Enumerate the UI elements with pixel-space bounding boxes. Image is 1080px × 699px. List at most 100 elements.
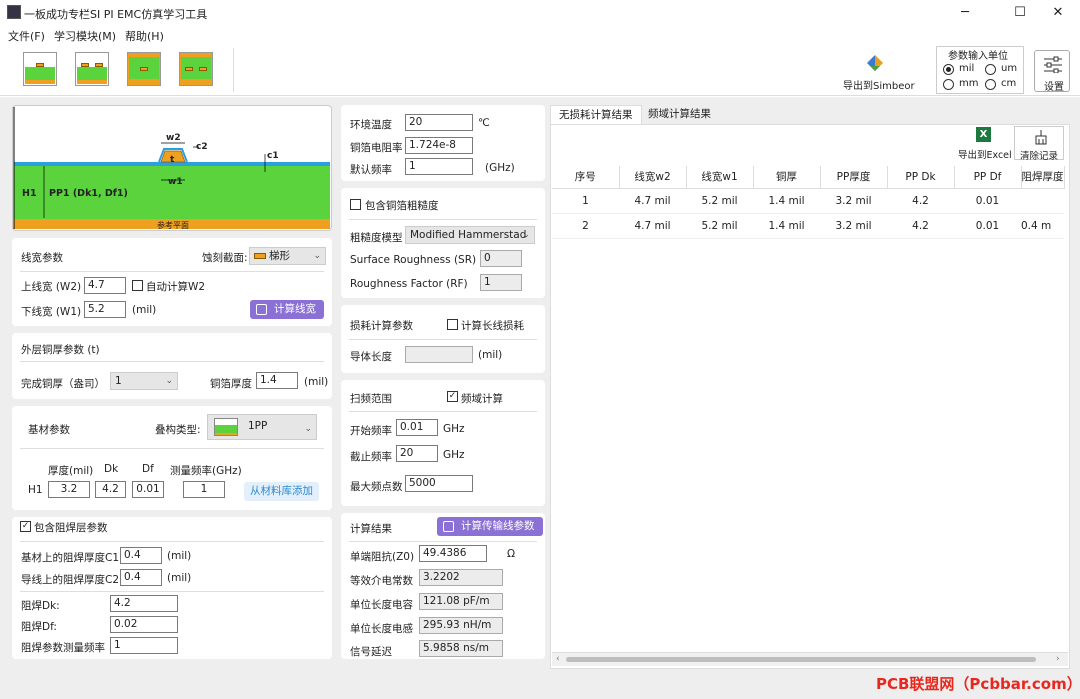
simbeor-icon[interactable] bbox=[866, 54, 884, 72]
sr-input[interactable]: 0 bbox=[480, 250, 522, 267]
default-freq-unit: (GHz) bbox=[485, 162, 515, 174]
calc-width-button[interactable]: 计算线宽 bbox=[250, 300, 324, 319]
max-points-input[interactable]: 5000 bbox=[405, 475, 473, 492]
export-excel-button[interactable]: X 导出到Excel bbox=[958, 127, 1012, 161]
tab-lossless-results[interactable]: 无损耗计算结果 bbox=[550, 105, 642, 124]
conductor-length-input[interactable] bbox=[405, 346, 473, 363]
roughness-model-select[interactable]: Modified Hammerstad ⌄ bbox=[405, 226, 535, 244]
include-roughness-label: 包含铜箔粗糙度 bbox=[365, 200, 439, 212]
stop-freq-input[interactable]: 20 bbox=[396, 445, 438, 462]
header-copper[interactable]: 铜厚 bbox=[753, 166, 821, 189]
header-solder-thickness[interactable]: 阻焊厚度 bbox=[1021, 166, 1065, 189]
stack-type-select[interactable]: 1PP ⌄ bbox=[207, 414, 317, 440]
header-pp-dk[interactable]: PP Dk bbox=[887, 166, 955, 189]
long-loss-checkbox[interactable] bbox=[447, 319, 458, 330]
capacitance-value: 121.08 pF/m bbox=[419, 593, 503, 610]
diagram-t-label: t bbox=[170, 155, 175, 165]
h1-thickness-input[interactable]: 3.2 bbox=[48, 481, 90, 498]
resistivity-input[interactable]: 1.724e-8 bbox=[405, 137, 473, 154]
clear-records-button[interactable]: 清除记录 bbox=[1014, 126, 1064, 162]
tab-freq-results[interactable]: 频域计算结果 bbox=[640, 105, 719, 124]
stack-type-label: 叠构类型: bbox=[155, 424, 201, 436]
header-pp-thickness[interactable]: PP厚度 bbox=[820, 166, 888, 189]
sweep-title: 扫频范围 bbox=[350, 393, 392, 405]
temp-input[interactable]: 20 bbox=[405, 114, 473, 131]
roughness-model-label: 粗糙度模型 bbox=[350, 232, 403, 244]
solder-c1-input[interactable]: 0.4 bbox=[120, 547, 162, 564]
capacitance-label: 单位长度电容 bbox=[350, 599, 413, 611]
auto-w2-checkbox[interactable] bbox=[132, 280, 143, 291]
diagram-c2-label: c2 bbox=[196, 142, 208, 152]
settings-button[interactable]: 设置 bbox=[1034, 50, 1070, 93]
conductor-length-unit: (mil) bbox=[478, 349, 503, 361]
max-points-label: 最大频点数 bbox=[350, 481, 403, 493]
unit-um-label: um bbox=[1001, 63, 1018, 74]
calc-line-params-button[interactable]: 计算传输线参数 bbox=[437, 517, 543, 536]
diff-microstrip-icon[interactable] bbox=[75, 52, 109, 86]
col-df-label: Df bbox=[142, 463, 154, 475]
rf-input[interactable]: 1 bbox=[480, 274, 522, 291]
stripline-icon[interactable] bbox=[127, 52, 161, 86]
header-pp-df[interactable]: PP Df bbox=[954, 166, 1022, 189]
solder-freq-input[interactable]: 1 bbox=[110, 637, 178, 654]
solder-df-input[interactable]: 0.02 bbox=[110, 616, 178, 633]
diagram-pp1-label: PP1 (Dk1, Df1) bbox=[49, 188, 128, 199]
scroll-right-icon[interactable]: › bbox=[1056, 654, 1060, 664]
environment-panel: 环境温度 20 ℃ 铜箔电阻率 1.724e-8 默认频率 1 (GHz) bbox=[341, 105, 545, 181]
bottom-width-input[interactable]: 5.2 bbox=[84, 301, 126, 318]
delay-value: 5.9858 ns/m bbox=[419, 640, 503, 657]
sliders-icon bbox=[1044, 56, 1062, 73]
toolbar-divider bbox=[233, 48, 234, 92]
stop-freq-label: 截止频率 bbox=[350, 451, 392, 463]
inductance-label: 单位长度电感 bbox=[350, 623, 413, 635]
include-solder-checkbox[interactable]: ✓ bbox=[20, 521, 31, 532]
resistivity-label: 铜箔电阻率 bbox=[350, 142, 403, 154]
header-w2[interactable]: 线宽w2 bbox=[619, 166, 687, 189]
top-width-input[interactable]: 4.7 bbox=[84, 277, 126, 294]
diff-stripline-icon[interactable] bbox=[179, 52, 213, 86]
include-roughness-checkbox[interactable] bbox=[350, 199, 361, 210]
width-unit-label: (mil) bbox=[132, 304, 157, 316]
start-freq-input[interactable]: 0.01 bbox=[396, 419, 438, 436]
unit-group-title: 参数输入单位 bbox=[946, 47, 1010, 62]
finish-copper-select[interactable]: 1 ⌄ bbox=[110, 372, 178, 390]
foil-thickness-input[interactable]: 1.4 bbox=[256, 372, 298, 389]
temp-label: 环境温度 bbox=[350, 119, 392, 131]
freq-domain-checkbox[interactable]: ✓ bbox=[447, 391, 458, 402]
add-from-library-button[interactable]: 从材料库添加 bbox=[244, 482, 319, 501]
solder-c1-unit: (mil) bbox=[167, 550, 192, 562]
long-loss-label: 计算长线损耗 bbox=[461, 320, 524, 332]
h1-freq-input[interactable]: 1 bbox=[183, 481, 225, 498]
diagram-c1-label: c1 bbox=[267, 151, 279, 161]
menu-file[interactable]: 文件(F) bbox=[8, 28, 45, 44]
microstrip-icon[interactable] bbox=[23, 52, 57, 86]
unit-um-radio[interactable] bbox=[985, 64, 996, 75]
header-index[interactable]: 序号 bbox=[552, 166, 620, 189]
menu-help[interactable]: 帮助(H) bbox=[125, 28, 164, 44]
export-simbeor-button[interactable]: 导出到Simbeor bbox=[843, 77, 915, 92]
scrollbar-thumb[interactable] bbox=[566, 657, 1036, 662]
h1-dk-input[interactable]: 4.2 bbox=[95, 481, 126, 498]
solder-c2-input[interactable]: 0.4 bbox=[120, 569, 162, 586]
table-row[interactable]: 2 4.7 mil 5.2 mil 1.4 mil 3.2 mil 4.2 0.01 0.4 … bbox=[552, 213, 1064, 239]
solder-c2-label: 导线上的阻焊厚度C2 bbox=[21, 574, 120, 586]
unit-mil-radio[interactable] bbox=[943, 64, 954, 75]
unit-mm-radio[interactable] bbox=[943, 79, 954, 90]
menu-learning-module[interactable]: 学习模块(M) bbox=[54, 28, 116, 44]
header-w1[interactable]: 线宽w1 bbox=[686, 166, 754, 189]
default-freq-input[interactable]: 1 bbox=[405, 158, 473, 175]
unit-mm-label: mm bbox=[959, 78, 979, 89]
scroll-left-icon[interactable]: ‹ bbox=[556, 654, 560, 664]
solder-dk-input[interactable]: 4.2 bbox=[110, 595, 178, 612]
bottom-width-label: 下线宽 (W1) bbox=[21, 306, 82, 318]
h1-df-input[interactable]: 0.01 bbox=[132, 481, 164, 498]
line-width-title: 线宽参数 bbox=[21, 252, 63, 264]
minimize-button[interactable]: ─ bbox=[942, 0, 988, 26]
unit-cm-radio[interactable] bbox=[985, 79, 996, 90]
horizontal-scrollbar[interactable]: ‹ › bbox=[552, 652, 1068, 666]
menu-bar: 文件(F) 学习模块(M) 帮助(H) bbox=[0, 26, 1080, 44]
close-button[interactable]: ✕ bbox=[1035, 0, 1080, 26]
table-row[interactable]: 1 4.7 mil 5.2 mil 1.4 mil 3.2 mil 4.2 0.01 bbox=[552, 188, 1064, 214]
broom-icon bbox=[1035, 130, 1047, 145]
etch-profile-select[interactable]: 梯形 ⌄ bbox=[249, 247, 326, 265]
